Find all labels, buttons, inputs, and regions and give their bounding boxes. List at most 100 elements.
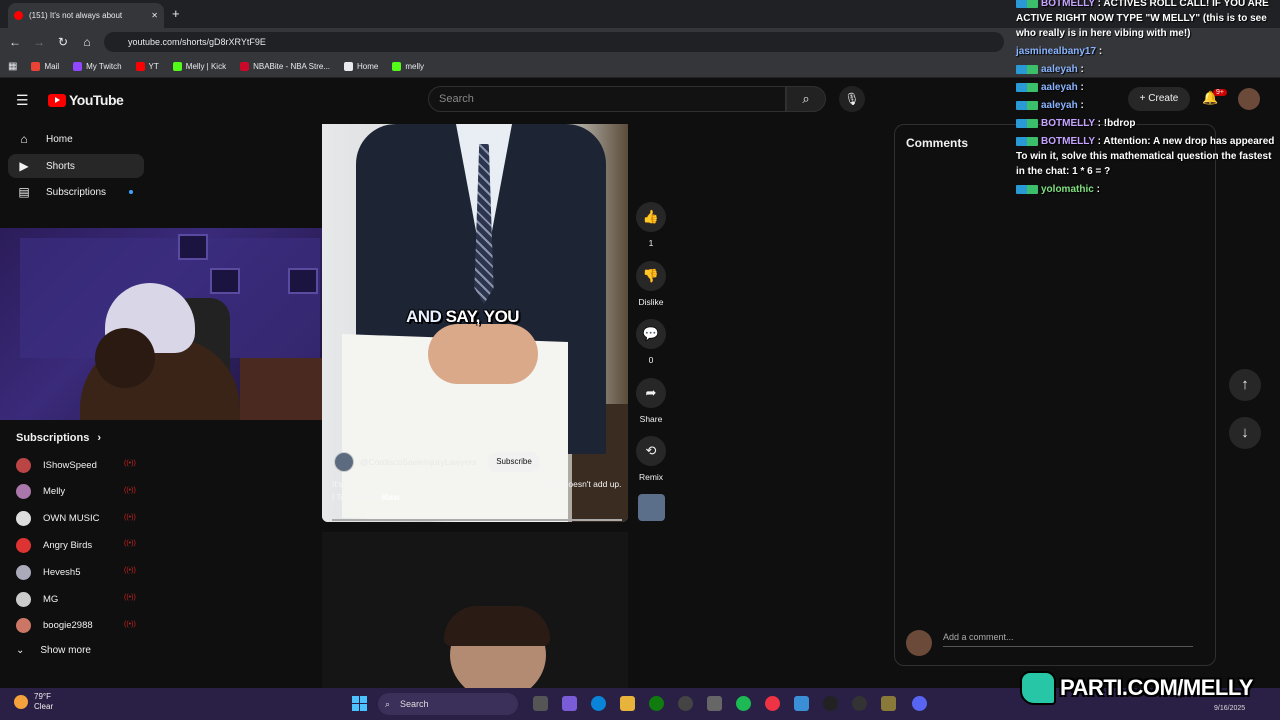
edge-icon[interactable] [591,696,606,711]
action-thumbs-up[interactable]: 👍 1 [636,202,666,248]
bookmark-item[interactable]: melly [392,62,424,71]
back-icon[interactable]: ← [3,35,27,49]
subscribe-button[interactable]: Subscribe [488,452,540,472]
menu-icon[interactable]: ☰ [16,92,29,109]
arrow-app-icon[interactable] [852,696,867,711]
store-icon[interactable] [707,696,722,711]
sidebar-item-home[interactable]: ⌂ Home [8,127,144,151]
parti-brand-text: PARTI.COM/MELLY [1060,675,1253,700]
subscription-name: IShowSpeed [43,459,97,471]
subscription-name: Angry Birds [43,539,93,551]
obs-icon[interactable] [678,696,693,711]
bookmark-label: Melly | Kick [185,62,227,71]
bookmark-item[interactable]: Home [344,62,378,71]
chat-username: BOTMELLY [1041,0,1095,9]
reload-icon[interactable]: ↻ [51,35,75,49]
next-short-button[interactable]: ↓ [1229,417,1261,449]
subscription-item[interactable]: OWN MUSIC [16,509,136,529]
share-icon[interactable]: ➦ [636,377,666,408]
bookmark-favicon-icon [392,62,402,71]
bookmark-label: NBABite - NBA Stre... [253,62,331,71]
channel-avatar [16,591,31,607]
shorts-icon: ▶ [19,159,29,173]
app-icon[interactable] [881,696,896,711]
photos-icon[interactable] [794,696,809,711]
weather-widget[interactable]: 79°F Clear [14,692,53,712]
task-view-icon[interactable] [533,696,548,711]
bookmark-item[interactable]: Mail [31,62,59,71]
tab-close-icon[interactable]: ✕ [151,11,158,20]
media-player-icon[interactable] [823,696,838,711]
remix-icon[interactable]: ⟲ [636,436,666,467]
chrome-icon[interactable] [765,696,780,711]
bookmark-label: Home [357,62,379,71]
sound-thumbnail[interactable] [638,494,665,521]
bookmark-item[interactable]: NBABite - NBA Stre... [240,62,330,71]
new-content-dot [129,190,133,194]
logo-text: YouTube [69,92,124,108]
action-comment[interactable]: 💬 0 [636,319,666,365]
subscriptions-heading[interactable]: Subscriptions › [16,432,101,444]
discord-icon[interactable] [912,696,927,711]
chat-separator: : [1077,64,1084,75]
mic-icon: 🎙 [844,92,860,106]
short-description: It's not always about what's said… somet… [332,478,622,504]
action-label: Dislike [638,296,664,307]
live-indicator-icon: ((•)) [124,540,136,548]
thumbs-up-icon[interactable]: 👍 [636,202,666,232]
browser-tab[interactable]: (151) It's not always about ✕ [8,3,164,28]
taskbar-search[interactable]: ⌕ Search [378,693,518,715]
apps-grid-icon[interactable]: ▦ [8,61,17,72]
bookmark-favicon-icon [172,62,182,71]
search-button[interactable]: ⌕ [786,86,826,112]
video-progress-bar[interactable] [332,519,622,521]
forward-icon[interactable]: → [27,35,51,49]
action-share[interactable]: ➦ Share [636,377,666,424]
tab-title: (151) It's not always about [29,11,123,20]
search-input[interactable]: Search [428,86,786,112]
action-remix[interactable]: ⟲ Remix [636,436,666,482]
show-more-button[interactable]: ⌄ Show more [16,645,91,656]
comment-icon[interactable]: 💬 [636,319,666,350]
home-browser-icon[interactable]: ⌂ [75,35,99,49]
hashtag-link[interactable]: #law [381,492,399,502]
file-explorer-icon[interactable] [620,696,635,711]
subscription-item[interactable]: boogie2988 [16,616,136,636]
previous-short-button[interactable]: ↑ [1229,369,1261,401]
sidebar-item-shorts[interactable]: ▶ Shorts [8,154,144,178]
thumbs-down-icon[interactable]: 👎 [636,260,666,291]
windows-start-icon[interactable] [352,696,367,711]
channel-avatar[interactable] [334,452,354,472]
chat-badge-icon [1016,64,1038,74]
commenter-avatar [906,630,932,656]
bookmark-label: YT [148,62,159,71]
voice-search-button[interactable]: 🎙 [839,86,865,112]
new-tab-icon[interactable]: + [172,6,180,21]
sidebar-item-subscriptions[interactable]: ▤ Subscriptions [8,180,144,204]
home-icon: ⌂ [20,132,28,146]
bookmark-favicon-icon [240,62,250,71]
xbox-icon[interactable] [649,696,664,711]
add-comment-input[interactable]: Add a comment... [943,632,1193,647]
copilot-icon[interactable] [562,696,577,711]
subscription-item[interactable]: Angry Birds [16,535,136,555]
live-indicator-icon: ((•)) [124,620,136,628]
bookmark-item[interactable]: Melly | Kick [172,62,227,71]
bookmark-favicon-icon [73,62,83,71]
short-channel[interactable]: @CordiscoSaeleInjuryLawyers [334,452,476,472]
bookmark-item[interactable]: YT [135,62,159,71]
channel-avatar [16,484,31,500]
bookmark-label: melly [405,62,425,71]
subscription-item[interactable]: Hevesh5 [16,562,136,582]
chat-badge-icon [1016,184,1038,194]
channel-name[interactable]: @CordiscoSaeleInjuryLawyers [360,457,476,467]
url-field[interactable]: youtube.com/shorts/gD8rXRYtF9E [104,32,1004,52]
subscription-item[interactable]: IShowSpeed [16,455,136,475]
subscription-item[interactable]: MG [16,589,136,609]
action-thumbs-down[interactable]: 👎 Dislike [636,260,666,307]
spotify-icon[interactable] [736,696,751,711]
subscription-item[interactable]: Melly [16,482,136,502]
bookmark-item[interactable]: My Twitch [73,62,122,71]
youtube-logo[interactable]: YouTube [48,92,124,108]
next-short-preview[interactable] [322,532,628,688]
